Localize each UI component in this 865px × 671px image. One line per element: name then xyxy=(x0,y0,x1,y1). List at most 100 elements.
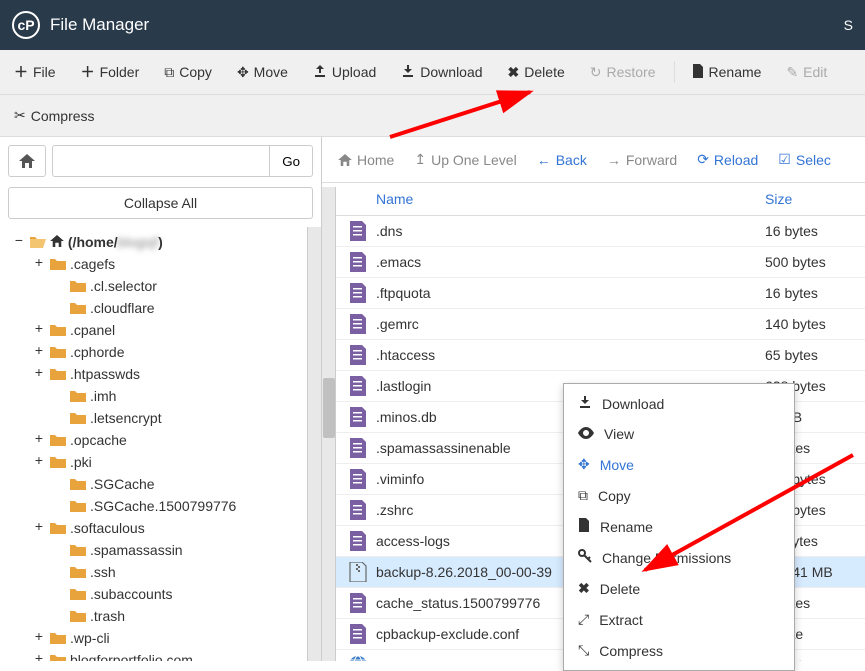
tree-item[interactable]: .cl.selector xyxy=(4,275,321,297)
tree-item-label: .cl.selector xyxy=(90,278,157,294)
tree-item-label: .opcache xyxy=(70,432,127,448)
ctx-delete[interactable]: ✖Delete xyxy=(564,573,794,604)
copy-button[interactable]: ⧉Copy xyxy=(154,58,223,87)
app-header: cP File Manager S xyxy=(0,0,865,50)
tree-item[interactable]: + .opcache xyxy=(4,429,321,451)
tree-item[interactable]: .subaccounts xyxy=(4,583,321,605)
folder-tree[interactable]: − (/home/blogsjf) +.cagefs .cl.selector .c… xyxy=(0,227,321,661)
tree-item-label: .cloudflare xyxy=(90,300,155,316)
table-row[interactable]: .dns16 bytes xyxy=(336,216,865,247)
tree-scrollbar[interactable] xyxy=(307,227,321,661)
ctx-view[interactable]: View xyxy=(564,419,794,449)
expand-icon[interactable]: + xyxy=(32,256,46,272)
tree-item[interactable]: + .cphorde xyxy=(4,341,321,363)
collapse-icon[interactable]: − xyxy=(12,234,26,250)
tree-item[interactable]: +.wp-cli xyxy=(4,627,321,649)
expand-icon[interactable]: + xyxy=(32,432,46,448)
ctx-permissions[interactable]: Change Permissions xyxy=(564,542,794,573)
expand-icon[interactable]: + xyxy=(32,344,46,360)
reload-icon: ⟳ xyxy=(697,151,709,168)
tree-item[interactable]: +.cpanel xyxy=(4,319,321,341)
file-list-scrollbar[interactable] xyxy=(322,187,336,661)
table-row[interactable]: .emacs500 bytes xyxy=(336,247,865,278)
file-button[interactable]: ＋File xyxy=(4,56,67,88)
tree-item[interactable]: .letsencrypt xyxy=(4,407,321,429)
move-button[interactable]: ✥Move xyxy=(227,58,299,87)
scrollbar-thumb[interactable] xyxy=(323,378,335,438)
nav-back-button[interactable]: ←Back xyxy=(529,146,595,174)
tree-item[interactable]: .spamassassin xyxy=(4,539,321,561)
file-size: 500 bytes xyxy=(765,254,865,270)
col-size[interactable]: Size xyxy=(765,191,865,207)
tree-item[interactable]: .SGCache xyxy=(4,473,321,495)
ctx-copy[interactable]: ⧉Copy xyxy=(564,480,794,511)
ctx-download[interactable]: Download xyxy=(564,388,794,419)
tree-item[interactable]: +blogforportfolio.com xyxy=(4,649,321,661)
file-type-icon xyxy=(348,252,368,272)
go-button[interactable]: Go xyxy=(269,145,313,177)
upload-button[interactable]: Upload xyxy=(303,58,387,87)
download-button[interactable]: Download xyxy=(391,58,493,87)
ctx-rename[interactable]: Rename xyxy=(564,511,794,542)
tree-item-label: .cphorde xyxy=(70,344,124,360)
col-name[interactable]: Name xyxy=(336,191,765,207)
folder-icon xyxy=(70,499,86,513)
collapse-all-button[interactable]: Collapse All xyxy=(8,187,313,219)
nav-select-button[interactable]: ☑Selec xyxy=(770,145,839,174)
nav-up-button[interactable]: ↥Up One Level xyxy=(406,145,524,174)
header-right[interactable]: S xyxy=(844,17,853,33)
delete-button[interactable]: ✖Delete xyxy=(498,58,576,87)
table-row[interactable]: .htaccess65 bytes xyxy=(336,340,865,371)
tree-item[interactable]: +.pki xyxy=(4,451,321,473)
tree-root[interactable]: − (/home/blogsjf) xyxy=(4,231,321,253)
nav-forward-button[interactable]: →Forward xyxy=(599,146,685,174)
file-name: .gemrc xyxy=(376,316,765,332)
compress-icon: ✂ xyxy=(14,107,26,124)
file-type-icon xyxy=(348,283,368,303)
folder-icon xyxy=(70,477,86,491)
expand-icon[interactable]: + xyxy=(32,366,46,382)
tree-item[interactable]: .ssh xyxy=(4,561,321,583)
copy-icon: ⧉ xyxy=(578,487,588,504)
table-row[interactable]: .ftpquota16 bytes xyxy=(336,278,865,309)
folder-icon xyxy=(50,323,66,337)
compress-button[interactable]: ✂Compress xyxy=(4,101,105,130)
nav-home-button[interactable]: Home xyxy=(330,146,402,174)
tree-item[interactable]: .SGCache.1500799776 xyxy=(4,495,321,517)
expand-icon[interactable]: + xyxy=(32,630,46,646)
file-nav-toolbar: Home ↥Up One Level ←Back →Forward ⟳Reloa… xyxy=(322,137,865,183)
tree-item[interactable]: .imh xyxy=(4,385,321,407)
tree-item[interactable]: + .softaculous xyxy=(4,517,321,539)
file-type-icon xyxy=(348,345,368,365)
tree-item-label: .trash xyxy=(90,608,125,624)
expand-icon[interactable]: + xyxy=(32,520,46,536)
tree-item[interactable]: +.cagefs xyxy=(4,253,321,275)
edit-button[interactable]: ✎Edit xyxy=(776,58,838,87)
tree-item-label: .SGCache xyxy=(90,476,155,492)
tree-root-label: (/home/blogsjf) xyxy=(64,234,163,250)
expand-icon[interactable]: + xyxy=(32,322,46,338)
ctx-compress[interactable]: ⤡Compress xyxy=(564,635,794,666)
file-icon xyxy=(692,64,704,81)
tree-item[interactable]: +.htpasswds xyxy=(4,363,321,385)
rename-button[interactable]: Rename xyxy=(682,58,773,87)
folder-button[interactable]: ＋Folder xyxy=(71,56,151,88)
tree-item[interactable]: .trash xyxy=(4,605,321,627)
tree-item[interactable]: .cloudflare xyxy=(4,297,321,319)
file-type-icon xyxy=(348,562,368,582)
expand-icon[interactable]: + xyxy=(32,652,46,661)
tree-item-label: .softaculous xyxy=(70,520,145,536)
nav-reload-button[interactable]: ⟳Reload xyxy=(689,145,766,174)
tree-item-label: .spamassassin xyxy=(90,542,183,558)
back-icon: ← xyxy=(537,152,551,168)
restore-button[interactable]: ↻Restore xyxy=(580,58,667,87)
file-name: .htaccess xyxy=(376,347,765,363)
folder-icon xyxy=(50,433,66,447)
ctx-extract[interactable]: ⤢Extract xyxy=(564,604,794,635)
home-button[interactable] xyxy=(8,145,46,177)
expand-icon[interactable]: + xyxy=(32,454,46,470)
path-input[interactable] xyxy=(52,145,270,177)
file-type-icon xyxy=(348,531,368,551)
table-row[interactable]: .gemrc140 bytes xyxy=(336,309,865,340)
ctx-move[interactable]: ✥Move xyxy=(564,449,794,480)
